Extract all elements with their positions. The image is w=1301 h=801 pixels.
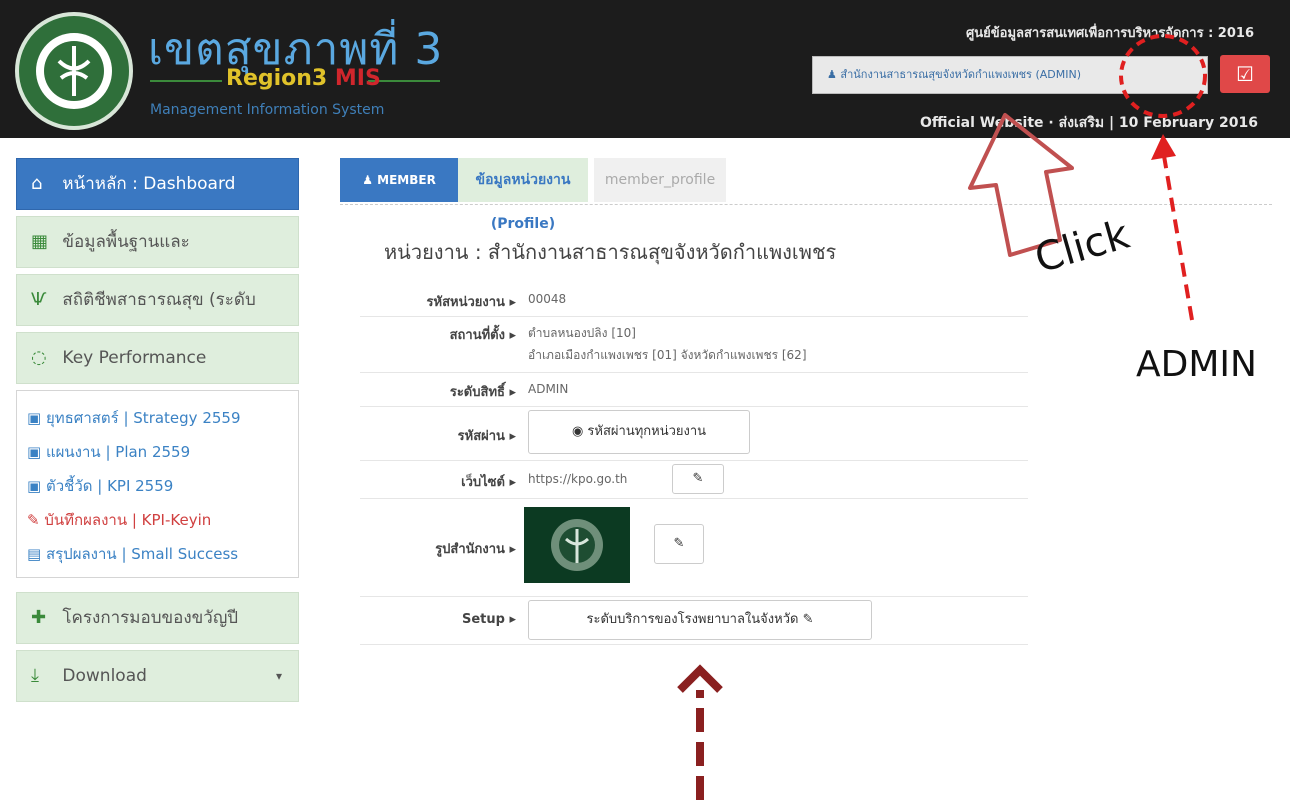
admin-arrow-head — [1151, 134, 1176, 160]
admin-annotation-label: ADMIN — [1136, 344, 1257, 385]
admin-highlight-circle — [1119, 34, 1207, 118]
admin-dashed-arrow-line — [1161, 149, 1194, 321]
setup-arrow-head — [677, 664, 723, 693]
annotation-overlay — [677, 34, 1207, 800]
